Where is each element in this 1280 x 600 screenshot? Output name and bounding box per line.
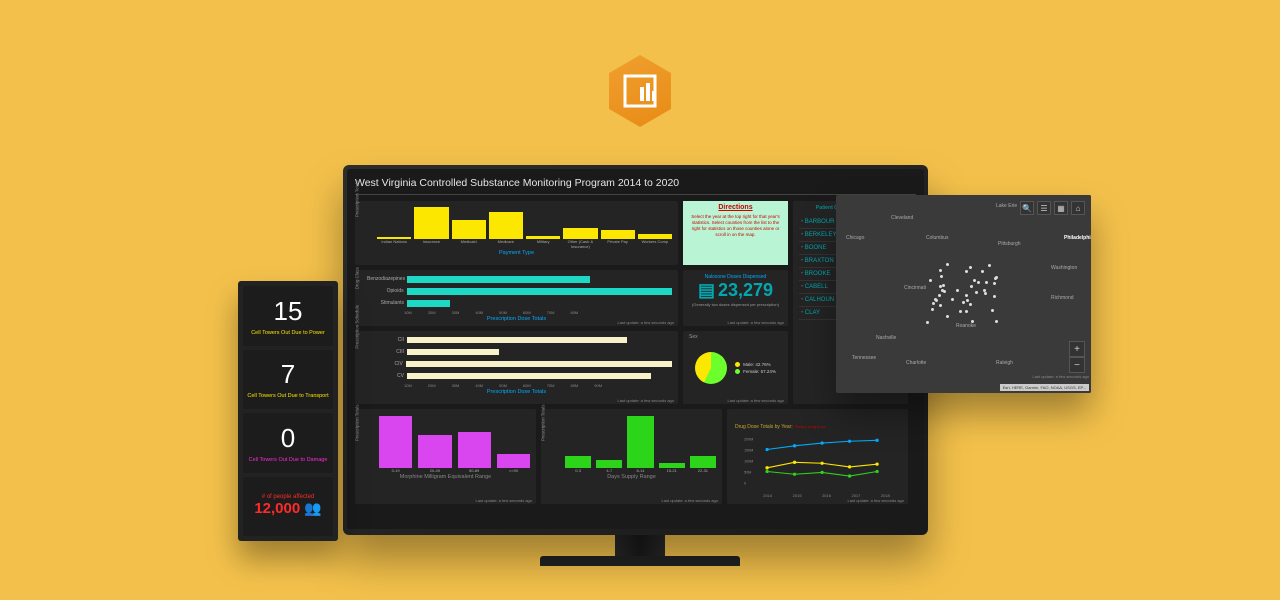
svg-text:0: 0 (744, 481, 746, 485)
wv-cluster: document.write(Array.from({length:42},(_… (914, 257, 1009, 332)
update-stamp: Last update: a few seconds ago (618, 398, 674, 403)
x-axis-label: Payment Type (361, 250, 672, 256)
line-chart-note: *Select drug from (794, 424, 825, 429)
update-stamp: Last update: a few seconds ago (728, 320, 784, 325)
line-chart-svg: 200M 150M 100M 50M 0 (735, 433, 900, 488)
y-axis-label: Prescription Totals (355, 180, 360, 217)
home-icon[interactable]: ⌂ (1071, 201, 1085, 215)
x-axis-categories: Indian NationsInsuranceMedicaidMedicareM… (377, 239, 672, 249)
naloxone-value: 23,279 (718, 280, 773, 301)
directions-body: Select the year at the top right for tha… (687, 214, 784, 237)
basemap-icon[interactable]: ▦ (1054, 201, 1068, 215)
chart-schedule[interactable]: Prescription Schedule CII CIII CIV CV 10… (355, 331, 678, 404)
naloxone-note: (Generally two doses dispensed per presc… (689, 302, 782, 307)
update-stamp: Last update: a few seconds ago (476, 498, 532, 503)
update-stamp: Last update: a few seconds ago (1033, 374, 1089, 379)
y-axis-label: Prescription Totals (541, 404, 546, 441)
layers-icon[interactable]: ☰ (1037, 201, 1051, 215)
kpi-value: 15 (274, 296, 303, 327)
chart-sex-pie[interactable]: Sex Male: 42.76% Female: 57.24% Last upd… (683, 331, 788, 404)
naloxone-kpi: Naloxone Doses Dispensed ▤23,279 (Genera… (683, 270, 788, 326)
svg-text:100M: 100M (744, 459, 753, 463)
x-axis-label: Morphine Milligram Equivalent Range (361, 474, 530, 480)
kpi-label: Cell Towers Out Due to Transport (247, 393, 328, 399)
x-ticks: 10M20M30M40M50M60M70M80M90M (404, 383, 672, 388)
monitor-base (540, 556, 740, 566)
svg-text:150M: 150M (744, 448, 753, 452)
kpi-value: 12,000 (254, 500, 300, 517)
x-ticks: 0-34-78-1415-2122-31 (565, 468, 716, 473)
pie-icon (695, 352, 727, 384)
y-axis-label: Drug Class (355, 267, 360, 289)
kpi-transport: 7 Cell Towers Out Due to Transport (243, 350, 333, 410)
divider (355, 194, 916, 195)
dashboard-logo-icon (604, 55, 676, 127)
map-attribution: Esri, HERE, Garmin, FAO, NOAA, USGS, EP.… (1000, 384, 1089, 391)
people-icon: 👥 (304, 500, 321, 516)
kpi-power: 15 Cell Towers Out Due to Power (243, 286, 333, 346)
x-ticks: 0-1920-4950-89>=90 (379, 468, 530, 473)
bar-series (377, 205, 672, 239)
kpi-damage: 0 Cell Towers Out Due to Damage (243, 413, 333, 473)
kpi-label: Cell Towers Out Due to Damage (249, 457, 328, 463)
y-axis-label: Prescription Schedule (355, 304, 360, 348)
sex-title: Sex (689, 334, 698, 340)
kpi-label: Cell Towers Out Due to Power (251, 330, 325, 336)
directions-header: Directions (687, 204, 784, 211)
search-icon[interactable]: 🔍 (1020, 201, 1034, 215)
naloxone-icon: ▤ (698, 280, 715, 301)
update-stamp: Last update: a few seconds ago (728, 398, 784, 403)
chart-yearly-line[interactable]: Drug Dose Totals by Year: *Select drug f… (727, 409, 908, 504)
x-axis-label: Prescription Dose Totals (361, 389, 672, 395)
map-toolbar: 🔍 ☰ ▦ ⌂ (1020, 201, 1085, 215)
svg-text:200M: 200M (744, 437, 753, 441)
update-stamp: Last update: a few seconds ago (618, 320, 674, 325)
x-ticks: 10M20M30M40M50M60M70M80M (404, 310, 672, 315)
chart-mme[interactable]: Prescription Totals 0-1920-4950-89>=90 M… (355, 409, 536, 504)
chart-payment-type[interactable]: Prescription Totals Indian NationsInsura… (355, 201, 678, 265)
update-stamp: Last update: a few seconds ago (662, 498, 718, 503)
svg-text:50M: 50M (744, 470, 751, 474)
page-title: West Virginia Controlled Substance Monit… (355, 177, 916, 189)
kpi-value: 7 (281, 359, 295, 390)
zoom-out-button[interactable]: − (1069, 357, 1085, 373)
chart-drug-class[interactable]: Drug Class Benzodiazepines Opioids Stimu… (355, 270, 678, 326)
map-panel[interactable]: Chicago Lake Erie Cincinnati Columbus Cl… (836, 195, 1091, 393)
pie-legend: Male: 42.76% Female: 57.24% (735, 360, 776, 376)
y-axis-label: Prescription Totals (355, 404, 360, 441)
kpi-value: 0 (281, 423, 295, 454)
update-stamp: Last update: a few seconds ago (848, 498, 904, 503)
x-axis-label: Days Supply Range (547, 474, 716, 480)
chart-days-supply[interactable]: Prescription Totals 0-34-78-1415-2122-31… (541, 409, 722, 504)
directions-panel: Directions Select the year at the top ri… (683, 201, 788, 265)
zoom-in-button[interactable]: + (1069, 341, 1085, 357)
kpi-card-stack: 15 Cell Towers Out Due to Power 7 Cell T… (238, 281, 338, 541)
kpi-people-affected: # of people affected 12,000👥 (243, 477, 333, 537)
line-chart-title: Drug Dose Totals by Year: (735, 424, 793, 430)
